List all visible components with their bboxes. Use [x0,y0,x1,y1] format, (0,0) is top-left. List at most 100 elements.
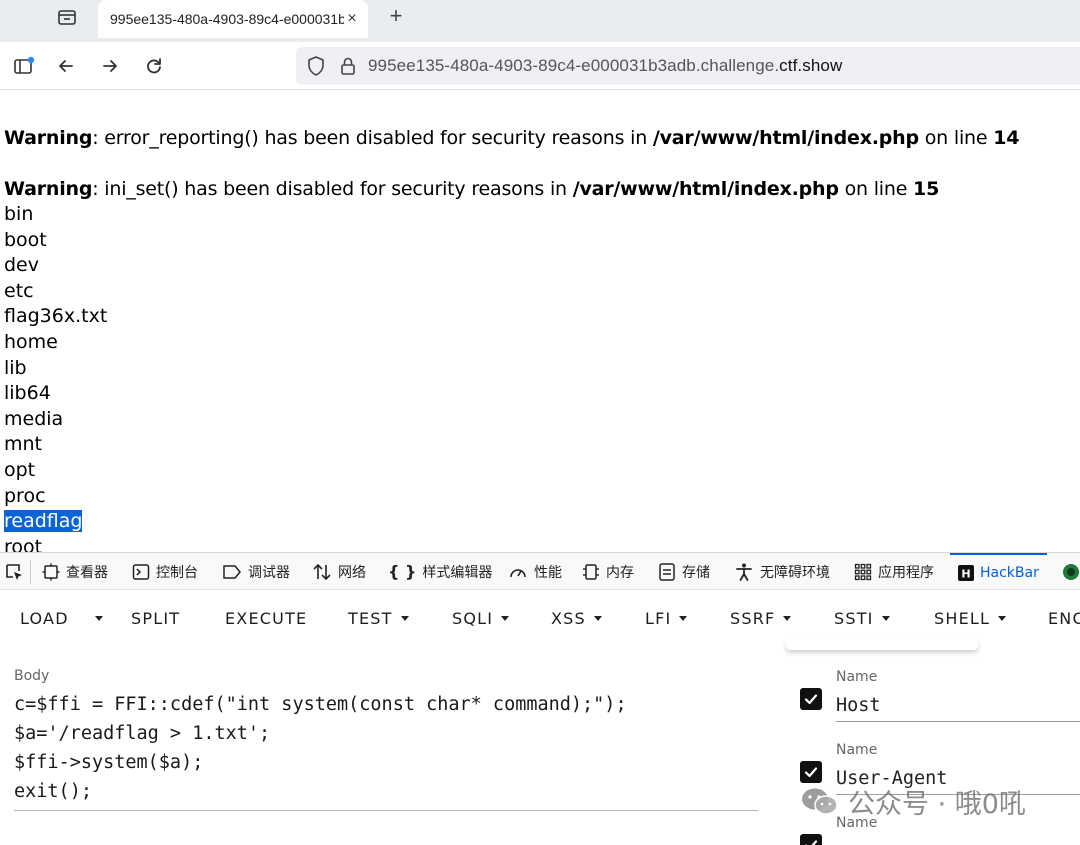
body-textarea[interactable]: c=$ffi = FFI::cdef("int system(const cha… [14,690,758,811]
warning-message: : error_reporting() has been disabled fo… [92,127,653,149]
tab-console[interactable]: 控制台 [132,553,198,590]
tab-performance[interactable]: 性能 [508,553,562,590]
chevron-down-icon [593,615,602,621]
warning-label: Warning [4,127,93,149]
chevron-down-icon [400,615,409,621]
back-icon[interactable] [52,52,80,80]
forward-icon[interactable] [96,52,124,80]
hackbar-menu: LOAD SPLIT EXECUTE TEST SQLI XSS LFI SSR… [0,590,1080,646]
body-line: $a='/readflag > 1.txt'; [14,723,271,744]
tab-application[interactable]: 应用程序 [854,553,934,590]
header-user-agent-checkbox[interactable] [800,761,822,783]
tab-label: 应用程序 [878,564,934,581]
header-host-checkbox[interactable] [800,688,822,710]
tab-label: HackBar [980,564,1039,581]
sidebar-icon[interactable] [10,52,38,80]
execute-button[interactable]: EXECUTE [225,590,307,646]
element-picker-icon[interactable] [4,553,24,590]
list-item-selected: readflag [4,510,83,533]
ssti-menu-button[interactable]: SSTI [834,590,890,646]
list-item: bin [4,203,34,225]
warning-line-1: Warning: error_reporting() has been disa… [4,127,1019,149]
list-item: root [4,535,43,552]
list-item: proc [4,484,46,507]
test-menu-button[interactable]: TEST [348,590,409,646]
warning-label: Warning [4,178,93,200]
header-third-checkbox[interactable] [800,834,822,845]
application-grid-icon [854,563,872,581]
tab-label: 性能 [534,564,562,581]
new-tab-icon[interactable]: + [384,3,408,28]
svg-text:H: H [961,567,970,580]
chevron-down-icon [679,615,688,621]
list-item: boot [4,228,47,251]
tab-inspector[interactable]: 查看器 [42,553,108,590]
extension-icon[interactable] [1062,553,1080,590]
tab-strip: 995ee135-480a-4903-89c4-e000031b3adb × + [0,0,1080,42]
tab-style-editor[interactable]: { } 样式编辑器 [388,553,492,590]
warning-line-number: 15 [913,178,940,200]
tab-label: 内存 [606,564,634,581]
directory-listing: bin boot dev etc flag36x.txt home lib li… [4,202,107,552]
enc-menu-button[interactable]: ENC [1048,590,1080,646]
storage-icon [658,562,676,582]
navigation-bar: 995ee135-480a-4903-89c4-e000031b3adb.cha… [0,42,1080,90]
tab-debugger[interactable]: 调试器 [222,553,290,590]
list-item: media [4,407,64,430]
lock-icon[interactable] [340,56,356,76]
accessibility-icon [734,562,754,582]
tab-label: 样式编辑器 [422,564,493,581]
tab-label: 存储 [682,564,710,581]
warning-message: : ini_set() has been disabled for securi… [92,178,573,200]
list-item: etc [4,279,34,302]
chevron-down-icon [881,615,890,621]
tab-label: 查看器 [66,564,108,581]
tab-memory[interactable]: 内存 [582,553,634,590]
network-icon [312,562,332,582]
style-editor-icon: { } [388,562,417,581]
inspector-icon [42,563,60,581]
browser-tab[interactable]: 995ee135-480a-4903-89c4-e000031b3adb × [98,0,368,38]
list-item: dev [4,254,39,277]
xss-menu-button[interactable]: XSS [551,590,602,646]
lfi-menu-button[interactable]: LFI [645,590,688,646]
tab-hackbar[interactable]: H HackBar [950,553,1047,590]
hackbar-icon: H [958,564,974,581]
chevron-down-icon [501,615,510,621]
warning-file: /var/www/html/index.php [652,127,919,149]
watermark: 公众号 · 哦0吼 [800,782,1026,821]
tab-storage[interactable]: 存储 [658,553,710,590]
body-line: $ffi->system($a); [14,752,204,773]
tab-accessibility[interactable]: 无障碍环境 [734,553,830,590]
load-dropdown-button[interactable] [88,590,110,646]
watermark-text: 公众号 · 哦0吼 [848,789,1026,820]
url-prefix: 995ee135-480a-4903-89c4-e000031b3adb.cha… [368,56,780,75]
tab-list-icon[interactable] [52,4,82,30]
header-host-field[interactable]: Host [836,692,1080,722]
list-item: mnt [4,433,42,456]
body-line: exit(); [14,781,92,802]
split-button[interactable]: SPLIT [131,590,180,646]
shell-menu-button[interactable]: SHELL [934,590,1007,646]
load-button[interactable]: LOAD [20,590,69,646]
url-text[interactable]: 995ee135-480a-4903-89c4-e000031b3adb.cha… [368,56,842,76]
sqli-menu-button[interactable]: SQLI [452,590,510,646]
close-icon[interactable]: × [344,10,360,27]
warning-file: /var/www/html/index.php [572,178,839,200]
list-item: lib [4,356,27,379]
tab-label: 网络 [338,564,366,581]
devtools-toolbar: 查看器 控制台 调试器 网络 { } 样式编辑器 性能 内存 存储 无障碍环境 应… [0,552,1080,590]
tracking-protection-icon[interactable] [306,55,326,77]
list-item: opt [4,458,36,481]
checkmark-icon [804,767,818,778]
reload-icon[interactable] [140,52,168,80]
list-item: lib64 [4,382,51,405]
tab-network[interactable]: 网络 [312,553,366,590]
header-name-label: Name [836,669,878,685]
toolbar-divider [30,560,31,584]
body-label: Body [14,668,50,684]
ssrf-menu-button[interactable]: SSRF [730,590,792,646]
header-name-label: Name [836,742,878,758]
tab-title: 995ee135-480a-4903-89c4-e000031b3adb [110,11,344,27]
url-bar[interactable]: 995ee135-480a-4903-89c4-e000031b3adb.cha… [296,47,1080,85]
